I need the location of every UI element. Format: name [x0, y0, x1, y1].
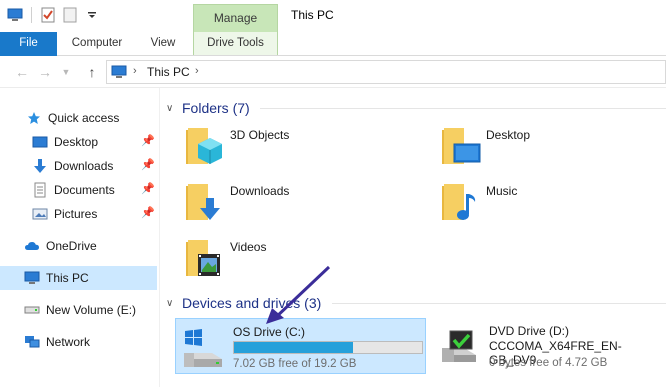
content-pane: ∨ Folders (7) 3D Objects Desktop Downloa… [160, 88, 666, 387]
folder-label: Desktop [486, 128, 531, 142]
sidebar-item-documents[interactable]: Documents 📌 [0, 178, 157, 202]
desktop-folder-icon [438, 122, 482, 168]
folder-label: Videos [230, 240, 267, 254]
drive-free-space: 0 bytes free of 4.72 GB [489, 357, 608, 369]
folder-videos[interactable]: Videos [182, 234, 266, 282]
folder-label: 3D Objects [230, 128, 290, 142]
pin-icon[interactable]: 📌 [141, 159, 155, 171]
cloud-icon [24, 238, 40, 254]
sidebar-item-quick-access[interactable]: Quick access [0, 106, 157, 130]
breadcrumb-chevron-icon[interactable]: › [133, 65, 137, 77]
sidebar-item-label: Quick access [48, 111, 120, 125]
group-divider [260, 108, 666, 109]
downloads-folder-icon [182, 178, 226, 224]
desktop-icon [32, 134, 48, 150]
pictures-icon [32, 206, 48, 222]
title-bar: Manage This PC [0, 0, 666, 32]
sidebar-item-this-pc[interactable]: This PC [0, 266, 157, 290]
sidebar-item-label: This PC [46, 271, 89, 285]
group-divider [332, 303, 666, 304]
drive-name: DVD Drive (D:) [489, 324, 569, 338]
window-title: This PC [291, 8, 334, 22]
new-folder-icon[interactable] [61, 6, 79, 24]
documents-icon [32, 182, 48, 198]
sidebar-item-onedrive[interactable]: OneDrive [0, 234, 157, 258]
videos-folder-icon [182, 234, 226, 280]
sidebar-item-desktop[interactable]: Desktop 📌 [0, 130, 157, 154]
toolbar-divider [31, 7, 32, 23]
3d-objects-folder-icon [182, 122, 226, 168]
collapse-chevron-icon[interactable]: ∨ [166, 103, 182, 114]
pin-icon[interactable]: 📌 [141, 183, 155, 195]
address-bar[interactable]: › This PC › [106, 60, 666, 84]
sidebar-item-label: Downloads [54, 159, 114, 173]
navigation-pane: Quick access Desktop 📌 Downloads 📌 Docum… [0, 88, 160, 387]
drive-os-c[interactable]: OS Drive (C:) 7.02 GB free of 19.2 GB [175, 318, 426, 374]
up-arrow-icon[interactable]: ↑ [84, 64, 100, 80]
drive-name: OS Drive (C:) [233, 325, 305, 339]
forward-arrow-icon[interactable]: → [37, 64, 53, 80]
annotation-arrow-icon [266, 265, 331, 324]
sidebar-item-pictures[interactable]: Pictures 📌 [0, 202, 157, 226]
computer-icon [111, 65, 127, 82]
tab-file[interactable]: File [0, 32, 57, 56]
tab-drive-tools[interactable]: Drive Tools [193, 32, 278, 55]
sidebar-item-new-volume[interactable]: New Volume (E:) [0, 298, 157, 322]
group-header-label: Folders (7) [182, 100, 250, 116]
dvd-drive-icon [438, 328, 480, 368]
sidebar-item-downloads[interactable]: Downloads 📌 [0, 154, 157, 178]
sidebar-item-label: Documents [54, 183, 115, 197]
sidebar-item-label: OneDrive [46, 239, 97, 253]
breadcrumb-chevron-icon[interactable]: › [195, 65, 199, 77]
drive-usage-fill [234, 342, 354, 353]
folder-3d-objects[interactable]: 3D Objects [182, 122, 289, 170]
drive-usage-bar [233, 341, 423, 354]
tab-view[interactable]: View [140, 32, 186, 55]
download-icon [32, 158, 48, 174]
music-folder-icon [438, 178, 482, 224]
devices-group-header[interactable]: ∨ Devices and drives (3) [160, 293, 666, 313]
customize-toolbar-chevron-icon[interactable] [83, 6, 101, 24]
properties-icon[interactable] [39, 6, 57, 24]
drive-dvd-d[interactable]: DVD Drive (D:) CCCOMA_X64FRE_EN-GB_DV9 0… [432, 318, 666, 374]
folder-desktop[interactable]: Desktop [438, 122, 530, 170]
ribbon-tabs: File Computer View Drive Tools [0, 32, 666, 56]
sidebar-item-label: Desktop [54, 135, 99, 149]
sidebar-item-network[interactable]: Network [0, 330, 157, 354]
sidebar-item-label: New Volume (E:) [46, 303, 137, 317]
manage-contextual-tab[interactable]: Manage [193, 4, 278, 32]
breadcrumb-this-pc[interactable]: This PC [147, 65, 190, 79]
back-arrow-icon[interactable]: ← [14, 64, 30, 80]
folders-group-header[interactable]: ∨ Folders (7) [160, 98, 666, 118]
folder-label: Music [486, 184, 518, 198]
navigation-bar: ← → ▼ ↑ › This PC › [0, 56, 666, 88]
sidebar-item-label: Pictures [54, 207, 98, 221]
recent-locations-chevron-icon[interactable]: ▼ [58, 64, 74, 80]
folder-downloads[interactable]: Downloads [182, 178, 289, 226]
drive-free-space: 7.02 GB free of 19.2 GB [233, 358, 357, 370]
folder-label: Downloads [230, 184, 290, 198]
star-icon [26, 110, 42, 126]
computer-icon[interactable] [6, 6, 24, 24]
folder-music[interactable]: Music [438, 178, 517, 226]
sidebar-item-label: Network [46, 335, 91, 349]
pin-icon[interactable]: 📌 [141, 207, 155, 219]
computer-icon [24, 270, 40, 286]
windows-drive-icon [182, 329, 224, 369]
pin-icon[interactable]: 📌 [141, 135, 155, 147]
collapse-chevron-icon[interactable]: ∨ [166, 298, 182, 309]
quick-access-toolbar [6, 6, 101, 24]
network-icon [24, 334, 40, 350]
tab-computer[interactable]: Computer [62, 32, 132, 55]
drive-icon [24, 302, 40, 318]
